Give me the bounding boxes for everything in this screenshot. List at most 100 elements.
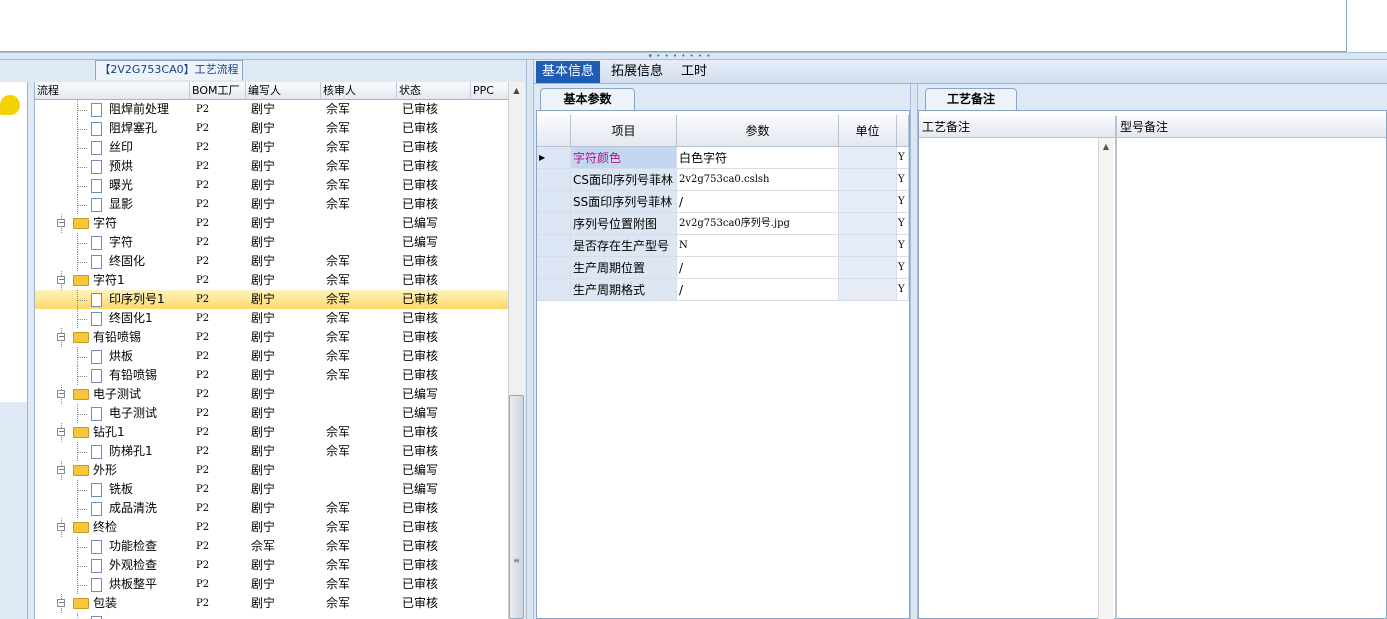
- row-indicator[interactable]: [537, 279, 571, 301]
- param-value[interactable]: 2v2g753ca0序列号.jpg: [677, 213, 839, 235]
- table-row[interactable]: − 电子测试 P2 剧宁 已编写: [35, 385, 508, 404]
- table-row[interactable]: − 字符 P2 剧宁 已编写: [35, 214, 508, 233]
- scroll-up-arrow-icon[interactable]: ▲: [508, 82, 525, 100]
- param-row[interactable]: SS面印序列号菲林 / Y: [537, 191, 909, 213]
- table-row[interactable]: 印序列号1 P2 剧宁 佘军 已审核: [35, 290, 508, 309]
- param-row[interactable]: ▶ 字符颜色 白色字符 Y: [537, 147, 909, 169]
- speech-bubble-icon[interactable]: [0, 95, 20, 115]
- table-row[interactable]: 成品清洗 P2 剧宁 佘军 已审核: [35, 499, 508, 518]
- table-row[interactable]: − 有铅喷锡 P2 剧宁 佘军 已审核: [35, 328, 508, 347]
- row-indicator[interactable]: [537, 235, 571, 257]
- cell-writer: 剧宁: [251, 140, 276, 154]
- tab-basic-params[interactable]: 基本参数: [540, 88, 635, 110]
- tab-process-remark[interactable]: 工艺备注: [925, 88, 1017, 110]
- collapse-icon[interactable]: −: [57, 599, 65, 607]
- table-row[interactable]: 防梯孔1 P2 剧宁 佘军 已审核: [35, 442, 508, 461]
- table-row[interactable]: 曝光 P2 剧宁 佘军 已审核: [35, 176, 508, 195]
- table-row[interactable]: 终固化1 P2 剧宁 佘军 已审核: [35, 309, 508, 328]
- table-row[interactable]: 终固化 P2 剧宁 佘军 已审核: [35, 252, 508, 271]
- table-row[interactable]: 烘板整平 P2 剧宁 佘军 已审核: [35, 575, 508, 594]
- param-item: 生产周期位置: [571, 257, 677, 279]
- table-row[interactable]: 阻焊塞孔 P2 剧宁 佘军 已审核: [35, 119, 508, 138]
- scroll-thumb[interactable]: [509, 395, 524, 619]
- cell-reviewer: 佘军: [326, 501, 351, 515]
- table-row[interactable]: 阻焊前处理 P2 剧宁 佘军 已审核: [35, 100, 508, 119]
- param-unit[interactable]: [839, 257, 897, 279]
- tab-work-hours[interactable]: 工时: [675, 61, 713, 83]
- remark-scroll-up-icon[interactable]: ▲: [1098, 140, 1114, 154]
- vertical-splitter-right[interactable]: [910, 84, 918, 619]
- row-label: 外观检查: [109, 558, 158, 572]
- param-row[interactable]: 生产周期位置 / Y: [537, 257, 909, 279]
- table-row[interactable]: 字符 P2 剧宁 已编写: [35, 233, 508, 252]
- row-indicator[interactable]: [537, 191, 571, 213]
- tab-basic-info[interactable]: 基本信息: [536, 61, 601, 83]
- table-row[interactable]: − 外形 P2 剧宁 已编写: [35, 461, 508, 480]
- collapse-icon[interactable]: −: [57, 276, 65, 284]
- collapse-icon[interactable]: −: [57, 523, 65, 531]
- param-value[interactable]: /: [677, 257, 839, 279]
- collapse-icon[interactable]: −: [57, 428, 65, 436]
- param-unit[interactable]: [839, 279, 897, 301]
- table-row[interactable]: − 包装 P2 剧宁 佘军 已审核: [35, 594, 508, 613]
- param-col-unit[interactable]: 单位: [839, 115, 897, 147]
- col-header-bom[interactable]: BOM工厂: [190, 82, 246, 100]
- param-unit[interactable]: [839, 147, 897, 169]
- col-header-writer[interactable]: 编写人: [246, 82, 321, 100]
- table-row[interactable]: 有铅喷锡 P2 剧宁 佘军 已审核: [35, 366, 508, 385]
- remark-scrollbar[interactable]: [1098, 138, 1114, 619]
- row-indicator[interactable]: [537, 213, 571, 235]
- param-row[interactable]: 是否存在生产型号 N Y: [537, 235, 909, 257]
- param-unit[interactable]: [839, 213, 897, 235]
- document-icon: [91, 445, 102, 459]
- splitter-grip-icon[interactable]: ▾ • • • • • • • ▾: [648, 54, 712, 58]
- top-panel: [0, 0, 1347, 52]
- table-row[interactable]: − 字符1 P2 剧宁 佘军 已审核: [35, 271, 508, 290]
- cell-status: 已审核: [402, 311, 439, 325]
- table-row[interactable]: 丝印 P2 剧宁 佘军 已审核: [35, 138, 508, 157]
- table-row[interactable]: 功能检查 P2 佘军 佘军 已审核: [35, 537, 508, 556]
- collapse-icon[interactable]: −: [57, 466, 65, 474]
- param-value[interactable]: /: [677, 191, 839, 213]
- col-header-flow[interactable]: 流程: [35, 82, 190, 100]
- table-row[interactable]: − 钻孔1 P2 剧宁 佘军 已审核: [35, 423, 508, 442]
- param-col-value[interactable]: 参数: [677, 115, 839, 147]
- table-row[interactable]: 显影 P2 剧宁 佘军 已审核: [35, 195, 508, 214]
- remark-area: [918, 110, 1387, 619]
- param-unit[interactable]: [839, 191, 897, 213]
- tab-extended-info[interactable]: 拓展信息: [605, 61, 669, 83]
- param-unit[interactable]: [839, 169, 897, 191]
- row-indicator[interactable]: [537, 169, 571, 191]
- row-label: 烘板: [109, 349, 134, 363]
- row-indicator[interactable]: [537, 257, 571, 279]
- param-row[interactable]: CS面印序列号菲林 2v2g753ca0.cslsh Y: [537, 169, 909, 191]
- row-indicator-icon[interactable]: ▶: [537, 147, 571, 169]
- vertical-splitter-left[interactable]: [526, 60, 534, 619]
- param-value[interactable]: N: [677, 235, 839, 257]
- col-header-status[interactable]: 状态: [397, 82, 471, 100]
- param-value[interactable]: /: [677, 279, 839, 301]
- col-header-ppc[interactable]: PPC: [471, 82, 508, 100]
- table-row[interactable]: 铣板 P2 剧宁 已编写: [35, 480, 508, 499]
- param-unit[interactable]: [839, 235, 897, 257]
- table-row[interactable]: 外观检查 P2 剧宁 佘军 已审核: [35, 556, 508, 575]
- table-row[interactable]: [35, 613, 508, 619]
- table-row[interactable]: 烘板 P2 剧宁 佘军 已审核: [35, 347, 508, 366]
- collapse-icon[interactable]: −: [57, 390, 65, 398]
- col-header-reviewer[interactable]: 核审人: [321, 82, 397, 100]
- param-row[interactable]: 序列号位置附图 2v2g753ca0序列号.jpg Y: [537, 213, 909, 235]
- table-row[interactable]: 电子测试 P2 剧宁 已编写: [35, 404, 508, 423]
- cell-writer: 剧宁: [251, 178, 276, 192]
- param-value[interactable]: 白色字符: [677, 147, 839, 169]
- table-row[interactable]: − 终检 P2 剧宁 佘军 已审核: [35, 518, 508, 537]
- param-row[interactable]: 生产周期格式 / Y: [537, 279, 909, 301]
- collapse-icon[interactable]: −: [57, 219, 65, 227]
- remark-col-process[interactable]: 工艺备注: [919, 116, 1115, 138]
- remark-col-model[interactable]: 型号备注: [1117, 116, 1386, 138]
- param-col-item[interactable]: 项目: [571, 115, 677, 147]
- collapse-icon[interactable]: −: [57, 333, 65, 341]
- process-flow-tab[interactable]: 【2V2G753CA0】工艺流程: [95, 60, 243, 80]
- tree-line: [77, 110, 87, 111]
- param-value[interactable]: 2v2g753ca0.cslsh: [677, 169, 839, 191]
- table-row[interactable]: 预烘 P2 剧宁 佘军 已审核: [35, 157, 508, 176]
